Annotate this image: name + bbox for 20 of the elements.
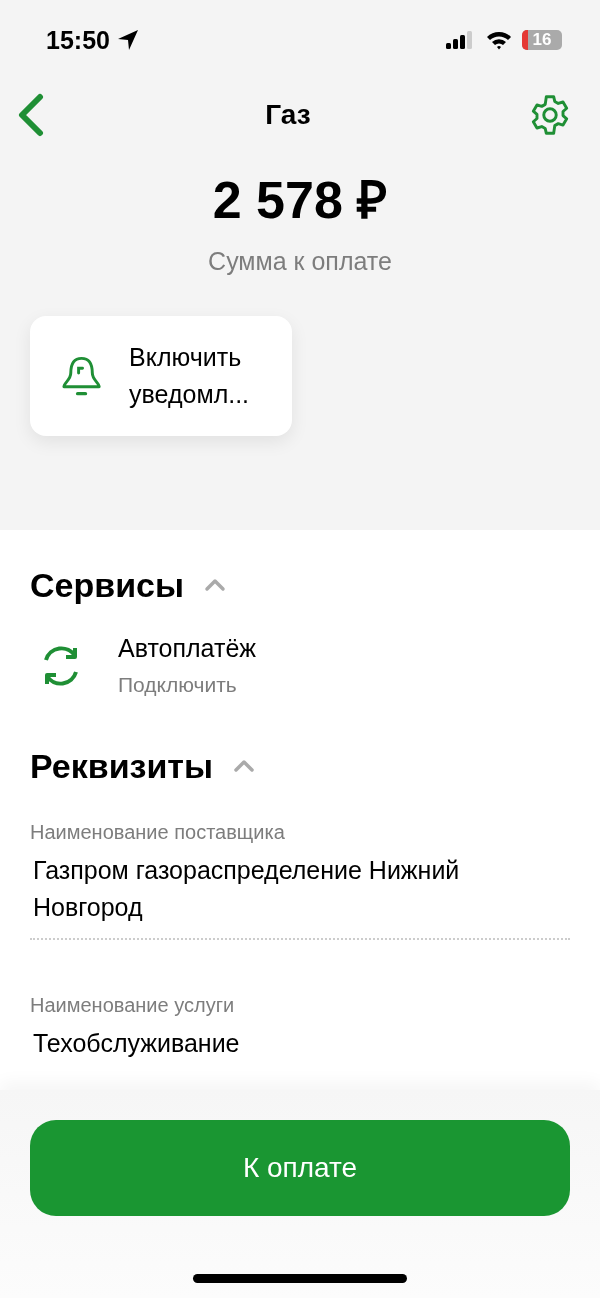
section-title: Реквизиты — [30, 746, 214, 786]
clock-time: 15:50 — [46, 25, 110, 55]
cellular-signal-icon — [446, 31, 474, 49]
autopay-title: Автоплатёж — [118, 634, 257, 663]
chevron-up-icon[interactable] — [233, 759, 256, 773]
field-label: Наименование поставщика — [30, 821, 286, 844]
battery-icon: 16 — [522, 30, 562, 50]
notifications-card[interactable]: Включить уведомл... — [30, 316, 292, 436]
field-value: Техобслуживание — [32, 1028, 241, 1059]
field-value: Газпром газораспределение Нижний Новгород — [32, 855, 461, 923]
autopay-status: Подключить — [118, 673, 238, 697]
amount-due: 2 578 ₽ — [211, 170, 389, 231]
section-title: Сервисы — [30, 565, 184, 605]
field-label: Наименование услуги — [30, 994, 236, 1017]
screen-title: Газ — [265, 99, 311, 131]
amount-caption: Сумма к оплате — [207, 247, 393, 276]
pay-button[interactable]: К оплате — [30, 1120, 570, 1216]
wifi-icon — [486, 30, 512, 50]
autopay-row[interactable]: Автоплатёж Подключить — [30, 620, 570, 711]
chevron-up-icon[interactable] — [204, 578, 226, 592]
